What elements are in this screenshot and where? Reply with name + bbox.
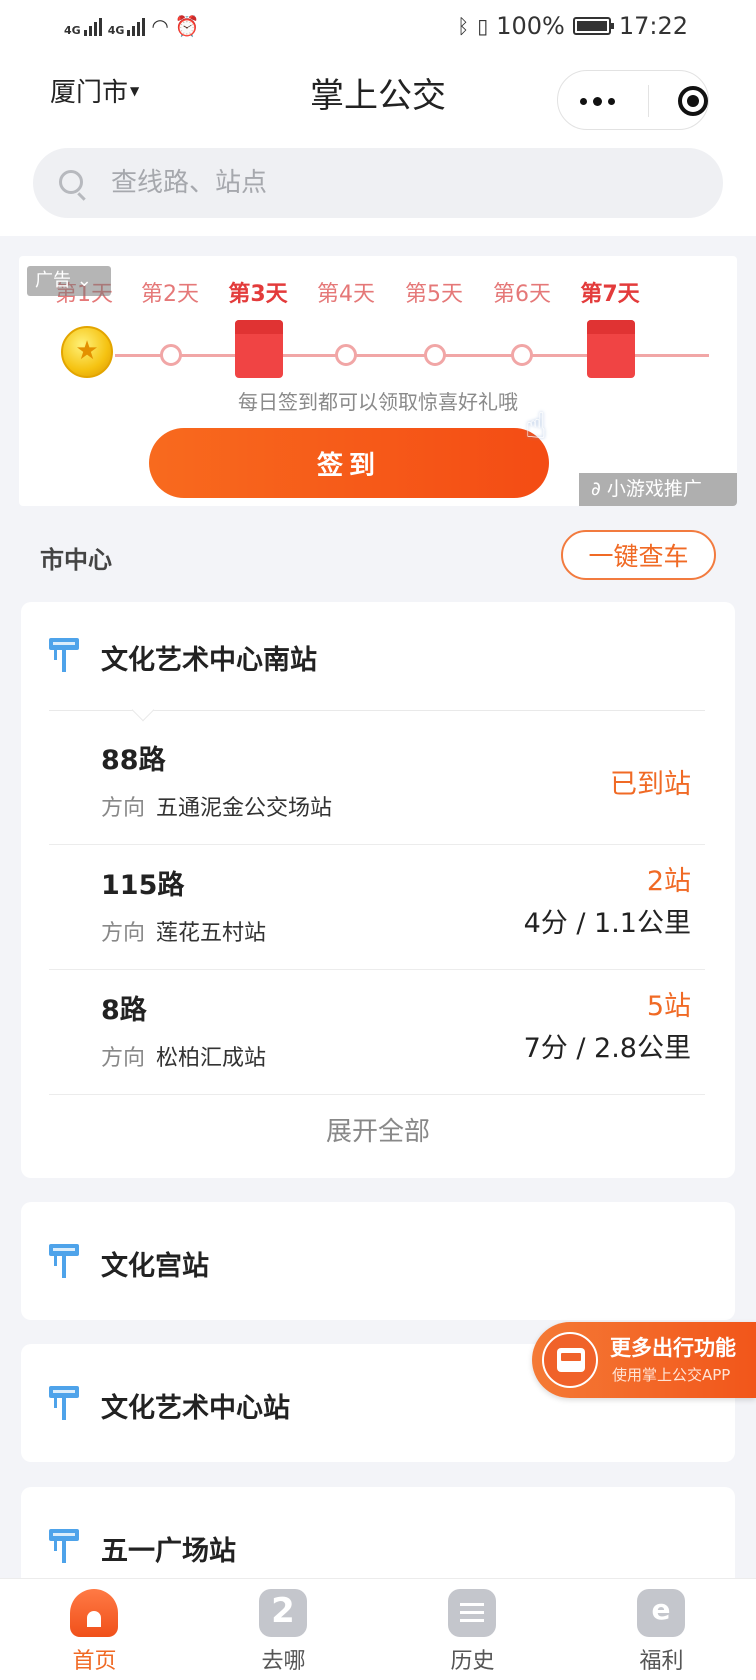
red-packet-icon (235, 320, 283, 378)
route-name: 115路 (101, 870, 185, 901)
close-target-icon[interactable] (678, 86, 708, 116)
station-name: 文化艺术中心站 (101, 1393, 290, 1424)
direction-label: 方向 (101, 921, 146, 946)
red-packet-icon (587, 320, 635, 378)
station-card: 文化艺术中心南站 88路 方向 五通泥金公交场站 已到站 115路 方向 莲花五… (21, 602, 735, 1178)
day-node (335, 344, 357, 366)
promo-subtitle: 使用掌上公交APP (612, 1366, 731, 1384)
eta-distance: 7分 / 2.8公里 (523, 1033, 691, 1064)
pointer-hand-icon: ☝ (525, 406, 547, 447)
tab-home[interactable]: 首页 (0, 1579, 189, 1680)
tab-label: 历史 (450, 1649, 495, 1674)
wifi-icon: ◠ (151, 14, 169, 38)
home-icon (70, 1589, 118, 1637)
route-name: 88路 (101, 745, 166, 776)
search-icon (59, 170, 83, 194)
tab-label: 福利 (639, 1649, 684, 1674)
bluetooth-icon: ᛒ (457, 14, 470, 38)
miniprogram-capsule (557, 70, 709, 130)
search-bar[interactable] (33, 148, 723, 218)
ad-tag: 广告 ⌄ (27, 266, 111, 296)
quick-check-bus-button[interactable]: 一键查车 (561, 530, 716, 580)
day-label: 第6天 (493, 282, 551, 307)
nav-header: 厦门市 ▼ 掌上公交 (0, 56, 756, 140)
expand-all-button[interactable]: 展开全部 (21, 1092, 735, 1172)
bus-stop-icon (49, 638, 79, 672)
checkin-progress: ★ (19, 316, 737, 396)
route-row[interactable]: 88路 方向 五通泥金公交场站 已到站 (21, 720, 735, 845)
checkin-button[interactable]: 签到 (149, 428, 549, 498)
direction-label: 方向 (101, 796, 146, 821)
eta-distance: 4分 / 1.1公里 (523, 908, 691, 939)
mini-game-promo-label: ∂ 小游戏推广 (579, 473, 737, 506)
vibrate-icon: ▯ (477, 14, 489, 38)
section-title: 市中心 (40, 546, 112, 574)
battery-icon (572, 17, 614, 35)
day-node (511, 344, 533, 366)
station-card[interactable]: 文化宫站 (21, 1202, 735, 1320)
promo-title: 更多出行功能 (610, 1336, 736, 1360)
alarm-icon: ⏰ (174, 14, 200, 38)
ad-description: 每日签到都可以领取惊喜好礼哦 (238, 390, 518, 414)
day-label: 第7天 (580, 282, 640, 307)
bus-icon (542, 1332, 598, 1388)
gift-icon (637, 1589, 685, 1637)
more-features-promo[interactable]: 更多出行功能 使用掌上公交APP (532, 1322, 756, 1398)
search-input[interactable] (111, 148, 671, 218)
more-icon[interactable] (580, 97, 615, 106)
tab-history[interactable]: 历史 (378, 1579, 567, 1680)
tab-label: 首页 (72, 1649, 117, 1674)
arrival-status: 已到站 (610, 769, 691, 800)
station-name: 文化宫站 (101, 1251, 209, 1282)
stops-away: 5站 (646, 991, 691, 1022)
station-name: 五一广场站 (101, 1536, 236, 1567)
stops-away: 2站 (646, 866, 691, 897)
bus-stop-icon (49, 1386, 79, 1420)
status-bar: 4G 4G ◠ ⏰ ᛒ ▯ 100% 17:22 (0, 0, 756, 56)
tab-go[interactable]: 去哪 (189, 1579, 378, 1680)
search-area (0, 140, 756, 236)
bottom-tab-bar: 首页 去哪 历史 福利 (0, 1578, 756, 1680)
day-label: 第2天 (141, 282, 199, 307)
signal-icon: 4G (64, 16, 102, 36)
tab-label: 去哪 (261, 1649, 306, 1674)
history-icon (448, 1589, 496, 1637)
day-label: 第3天 (228, 282, 288, 307)
direction-destination: 五通泥金公交场站 (156, 796, 333, 821)
route-icon (259, 1589, 307, 1637)
station-name[interactable]: 文化艺术中心南站 (101, 638, 317, 677)
bus-stop-icon (49, 1529, 79, 1563)
direction-label: 方向 (101, 1046, 146, 1071)
direction-destination: 松柏汇成站 (156, 1046, 267, 1071)
tab-welfare[interactable]: 福利 (567, 1579, 756, 1680)
signal-icon: 4G (108, 16, 146, 36)
battery-percent: 100% (496, 12, 565, 40)
checkin-ad-banner[interactable]: 第1天 第2天 第3天 第4天 第5天 第6天 第7天 广告 ⌄ ★ 每日签到都… (19, 256, 737, 506)
clock: 17:22 (618, 12, 688, 40)
direction-destination: 莲花五村站 (156, 921, 267, 946)
day-node (160, 344, 182, 366)
bus-stop-icon (49, 1244, 79, 1278)
route-row[interactable]: 8路 方向 松柏汇成站 5站 7分 / 2.8公里 (21, 970, 735, 1095)
day-labels: 第1天 第2天 第3天 第4天 第5天 第6天 第7天 (19, 276, 737, 316)
route-name: 8路 (101, 995, 147, 1026)
day-label: 第5天 (405, 282, 463, 307)
coin-icon: ★ (61, 326, 113, 378)
day-label: 第4天 (317, 282, 375, 307)
day-node (424, 344, 446, 366)
route-row[interactable]: 115路 方向 莲花五村站 2站 4分 / 1.1公里 (21, 845, 735, 970)
